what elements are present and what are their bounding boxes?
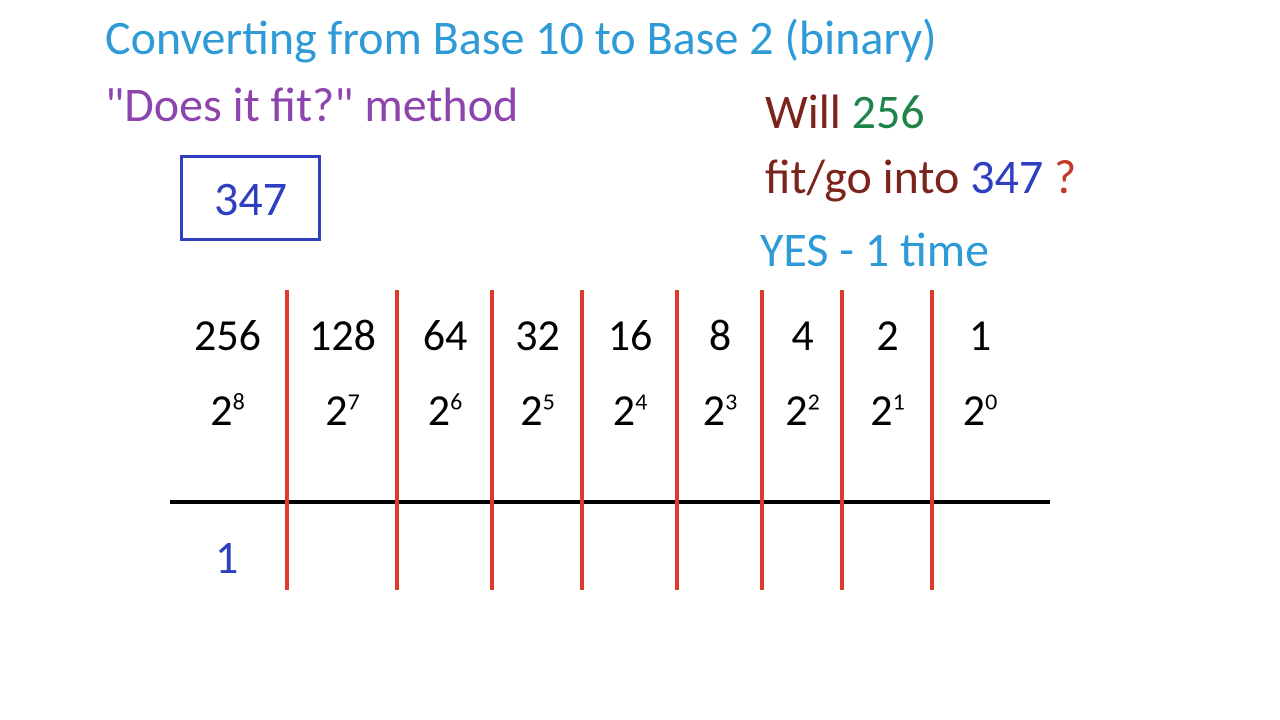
question-fit: fit/go into xyxy=(765,147,970,206)
place-column: 120 xyxy=(945,305,1015,445)
vertical-divider xyxy=(285,290,289,590)
place-power: 27 xyxy=(290,375,395,445)
place-power: 23 xyxy=(680,375,760,445)
answer-text: YES - 1 time xyxy=(760,220,989,279)
vertical-divider xyxy=(490,290,494,590)
source-number: 347 xyxy=(214,169,287,228)
place-column: 221 xyxy=(845,305,930,445)
source-number-box: 347 xyxy=(180,155,321,241)
result-digit: 1 xyxy=(215,530,238,586)
question-mark: ? xyxy=(1043,147,1076,206)
place-value: 1 xyxy=(945,305,1015,365)
place-value: 2 xyxy=(845,305,930,365)
vertical-divider xyxy=(840,290,844,590)
place-column: 12827 xyxy=(290,305,395,445)
place-value: 8 xyxy=(680,305,760,365)
subtitle: "Does it fit?" method xyxy=(105,75,518,134)
place-power: 22 xyxy=(765,375,840,445)
place-value: 256 xyxy=(170,305,285,365)
place-power: 21 xyxy=(845,375,930,445)
place-value: 4 xyxy=(765,305,840,365)
place-column: 1624 xyxy=(585,305,675,445)
place-power: 25 xyxy=(495,375,580,445)
vertical-divider xyxy=(930,290,934,590)
vertical-divider xyxy=(675,290,679,590)
place-column: 6426 xyxy=(400,305,490,445)
place-value: 32 xyxy=(495,305,580,365)
place-column: 25628 xyxy=(170,305,285,445)
place-value: 64 xyxy=(400,305,490,365)
place-column: 422 xyxy=(765,305,840,445)
place-power: 24 xyxy=(585,375,675,445)
place-column: 3225 xyxy=(495,305,580,445)
vertical-divider xyxy=(395,290,399,590)
question-value: 256 xyxy=(852,82,925,141)
place-power: 26 xyxy=(400,375,490,445)
place-value: 16 xyxy=(585,305,675,365)
place-value: 128 xyxy=(290,305,395,365)
question-target: 347 xyxy=(970,147,1043,206)
horizontal-divider xyxy=(170,500,1050,504)
place-column: 823 xyxy=(680,305,760,445)
place-power: 20 xyxy=(945,375,1015,445)
page-title: Converting from Base 10 to Base 2 (binar… xyxy=(105,8,937,67)
place-power: 28 xyxy=(170,375,285,445)
vertical-divider xyxy=(760,290,764,590)
question-block: Will 256 fit/go into 347 ? xyxy=(765,80,1076,210)
vertical-divider xyxy=(580,290,584,590)
question-will: Will xyxy=(765,82,852,141)
